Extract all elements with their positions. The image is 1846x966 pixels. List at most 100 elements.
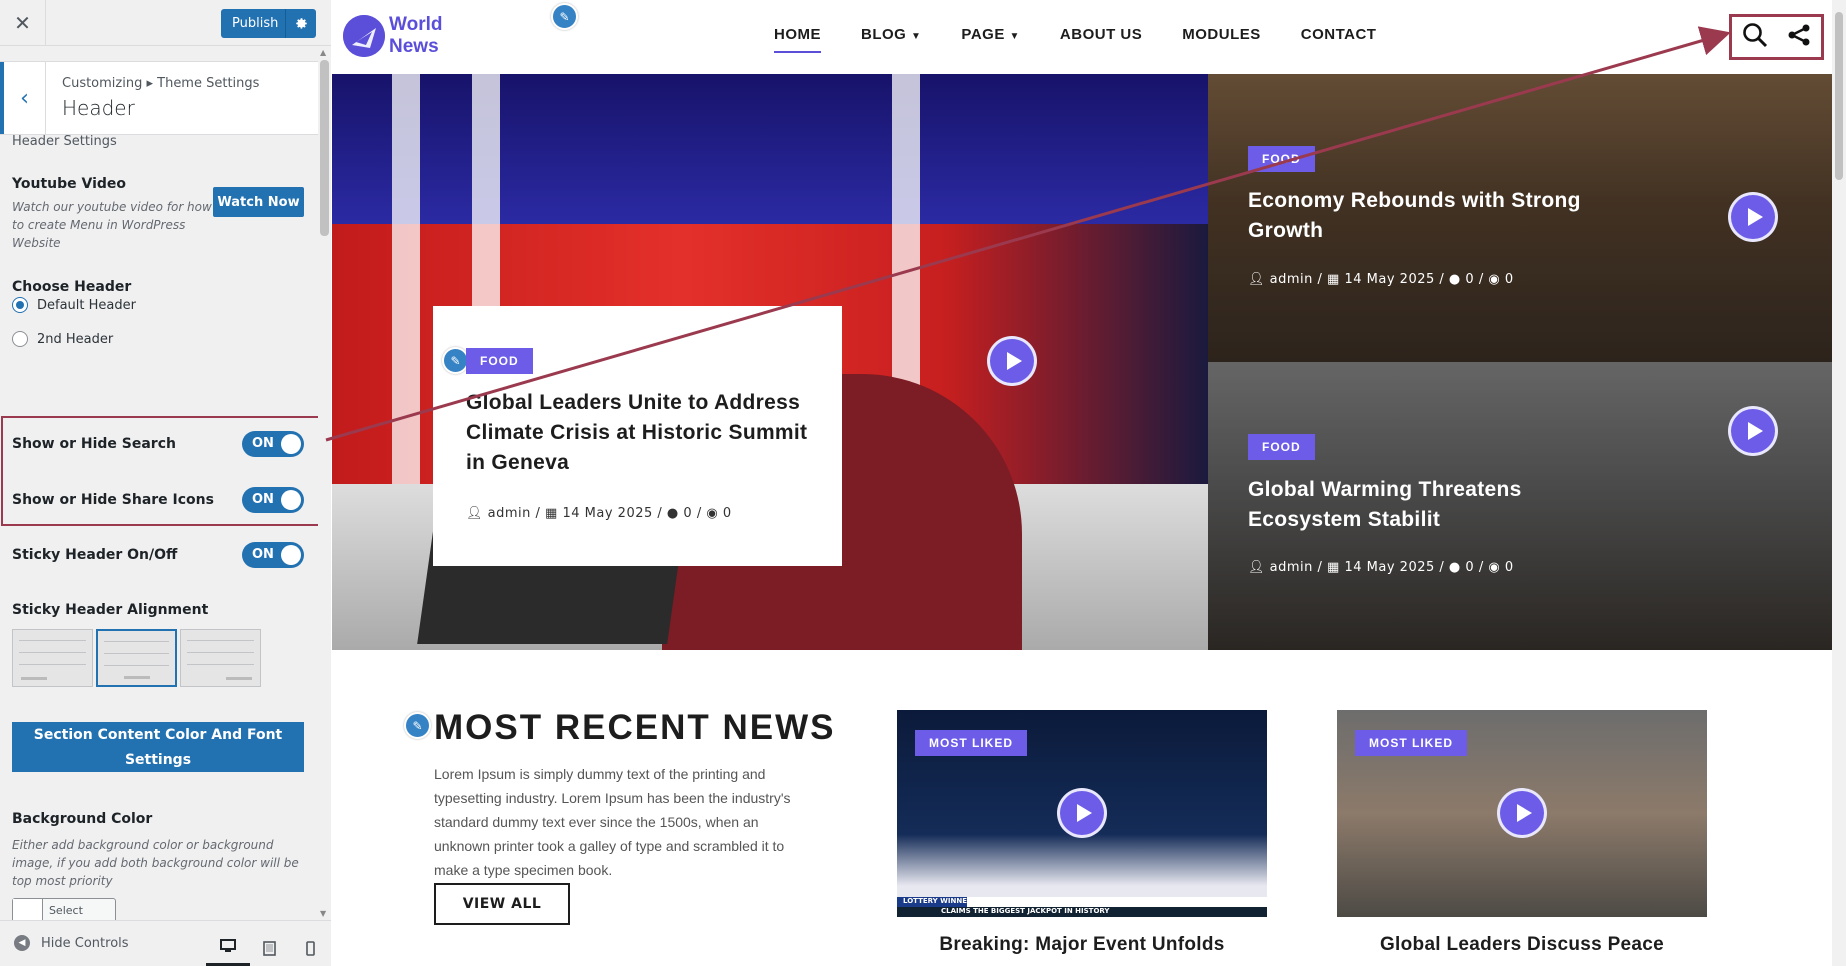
collapse-icon: ◀ (14, 935, 30, 951)
close-icon[interactable]: ✕ (0, 0, 46, 46)
hero-side-title[interactable]: Global Warming Threatens Ecosystem Stabi… (1248, 475, 1638, 535)
caret-down-icon: ▼ (911, 31, 922, 42)
youtube-description: Watch our youtube video for how to creat… (12, 200, 212, 250)
customizer-screen: ✕ Publish ‹ Customizing ▸ Theme Settings… (0, 0, 1846, 966)
play-button-icon[interactable] (1728, 192, 1778, 242)
calendar-icon: ▦ (545, 506, 558, 521)
category-badge[interactable]: FOOD (466, 348, 533, 374)
sticky-header-toggle[interactable]: ON (242, 542, 304, 568)
toggle-state: ON (252, 547, 274, 562)
radio-dot[interactable] (12, 331, 28, 347)
eye-icon: ◉ (1488, 272, 1501, 287)
select-color-button[interactable]: Select Color (12, 898, 116, 920)
sidebar-header: ✕ Publish (0, 0, 331, 46)
radio-2nd-header[interactable]: 2nd Header (12, 331, 113, 347)
section-title: Header Settings (12, 134, 117, 149)
news-card-1[interactable]: MOST LIKED LOTTERY WINNER CLAIMS THE BIG… (897, 710, 1267, 917)
edit-pencil-icon[interactable]: ✎ (551, 3, 578, 30)
hide-controls-button[interactable]: ◀ Hide Controls (14, 935, 129, 951)
radio-label: Default Header (37, 297, 136, 313)
calendar-icon: ▦ (1327, 560, 1340, 575)
preview-scrollbar[interactable] (1832, 0, 1846, 966)
user-icon: 👤︎ (1248, 560, 1266, 575)
desktop-preview-icon[interactable] (206, 929, 250, 966)
search-icon[interactable] (1742, 22, 1768, 52)
meta-author[interactable]: admin (488, 506, 531, 521)
gear-icon[interactable] (285, 9, 316, 38)
scroll-thumb[interactable] (1835, 12, 1843, 180)
site-header: World News ✎ HOME BLOG ▼ PAGE ▼ ABOUT US… (331, 0, 1832, 74)
meta-comments: 0 (683, 506, 693, 521)
sticky-alignment-options (12, 629, 261, 687)
most-liked-badge[interactable]: MOST LIKED (1355, 730, 1467, 756)
meta-author[interactable]: admin (1270, 272, 1313, 287)
news-card-title[interactable]: Global Leaders Discuss Peace (1337, 934, 1707, 956)
sidebar-scrollbar[interactable]: ▲ ▼ (318, 46, 331, 920)
radio-default-header[interactable]: Default Header (12, 297, 136, 313)
menu-item-home[interactable]: HOME (774, 26, 821, 53)
recent-news-title: MOST RECENT NEWS (434, 708, 836, 747)
hero-side-card-1[interactable]: FOOD Economy Rebounds with Strong Growth… (1208, 74, 1832, 362)
ticker-bottom: CLAIMS THE BIGGEST JACKPOT IN HISTORY (941, 907, 1110, 915)
eye-icon: ◉ (706, 506, 719, 521)
alignment-center-option[interactable] (96, 629, 177, 687)
meta-comments: 0 (1465, 560, 1475, 575)
tablet-preview-icon[interactable] (247, 929, 291, 966)
color-swatch[interactable] (13, 899, 43, 920)
site-logo[interactable]: World News (343, 14, 442, 58)
play-button-icon[interactable] (1057, 788, 1107, 838)
menu-label[interactable]: PAGE (961, 26, 1004, 43)
scroll-thumb[interactable] (320, 60, 329, 236)
play-button-icon[interactable] (1497, 788, 1547, 838)
customizer-sidebar: ✕ Publish ‹ Customizing ▸ Theme Settings… (0, 0, 331, 966)
back-arrow-icon[interactable]: ‹ (0, 62, 46, 134)
choose-header-label: Choose Header (12, 279, 132, 295)
play-button-icon[interactable] (1728, 406, 1778, 456)
edit-pencil-icon[interactable]: ✎ (404, 712, 431, 739)
news-card-title[interactable]: Breaking: Major Event Unfolds (897, 934, 1267, 956)
panel-header: ‹ Customizing ▸ Theme Settings Header (0, 61, 318, 135)
view-all-button[interactable]: VIEW ALL (434, 883, 570, 925)
play-button-icon[interactable] (987, 336, 1037, 386)
select-color-label[interactable]: Select Color (43, 899, 115, 920)
caret-down-icon: ▼ (1009, 31, 1020, 42)
meta-date: 14 May 2025 (1344, 272, 1435, 287)
section-color-font-button[interactable]: Section Content Color And Font Settings (12, 722, 304, 772)
hero-side-card-2[interactable]: FOOD Global Warming Threatens Ecosystem … (1208, 362, 1832, 650)
menu-label[interactable]: BLOG (861, 26, 906, 43)
toggle-row-sticky: Sticky Header On/Off ON (12, 540, 304, 570)
watch-now-button[interactable]: Watch Now (213, 187, 304, 217)
scroll-down-icon[interactable]: ▼ (320, 909, 326, 918)
publish-label[interactable]: Publish (221, 16, 285, 31)
radio-dot-selected[interactable] (12, 297, 28, 313)
share-icon[interactable] (1787, 23, 1811, 51)
hero-side-title[interactable]: Economy Rebounds with Strong Growth (1248, 186, 1638, 246)
background-description: Either add background color or backgroun… (12, 838, 299, 888)
toggle-knob (281, 545, 301, 565)
hero-main-image[interactable]: ✎ FOOD Global Leaders Unite to Address C… (332, 74, 1208, 650)
logo-line1: World (389, 14, 443, 35)
mobile-preview-icon[interactable] (288, 929, 332, 966)
menu-item-contact[interactable]: CONTACT (1301, 26, 1377, 43)
alignment-left-option[interactable] (12, 629, 93, 687)
sticky-alignment-label: Sticky Header Alignment (12, 602, 209, 618)
edit-pencil-icon[interactable]: ✎ (442, 347, 469, 374)
publish-button[interactable]: Publish (221, 9, 316, 38)
comment-icon: ● (1448, 560, 1461, 575)
user-icon: 👤︎ (466, 506, 484, 521)
main-menu: HOME BLOG ▼ PAGE ▼ ABOUT US MODULES CONT… (774, 26, 1377, 53)
menu-item-about[interactable]: ABOUT US (1060, 26, 1142, 43)
category-badge[interactable]: FOOD (1248, 146, 1315, 172)
meta-author[interactable]: admin (1270, 560, 1313, 575)
news-card-2[interactable]: MOST LIKED (1337, 710, 1707, 917)
alignment-right-option[interactable] (180, 629, 261, 687)
most-liked-badge[interactable]: MOST LIKED (915, 730, 1027, 756)
scroll-up-icon[interactable]: ▲ (320, 48, 326, 57)
meta-comments: 0 (1465, 272, 1475, 287)
menu-item-modules[interactable]: MODULES (1182, 26, 1261, 43)
hero-main-title[interactable]: Global Leaders Unite to Address Climate … (466, 388, 816, 478)
menu-item-page[interactable]: PAGE ▼ (961, 26, 1019, 43)
menu-item-blog[interactable]: BLOG ▼ (861, 26, 921, 43)
category-badge[interactable]: FOOD (1248, 434, 1315, 460)
ticker-top: LOTTERY WINNER (903, 897, 973, 905)
